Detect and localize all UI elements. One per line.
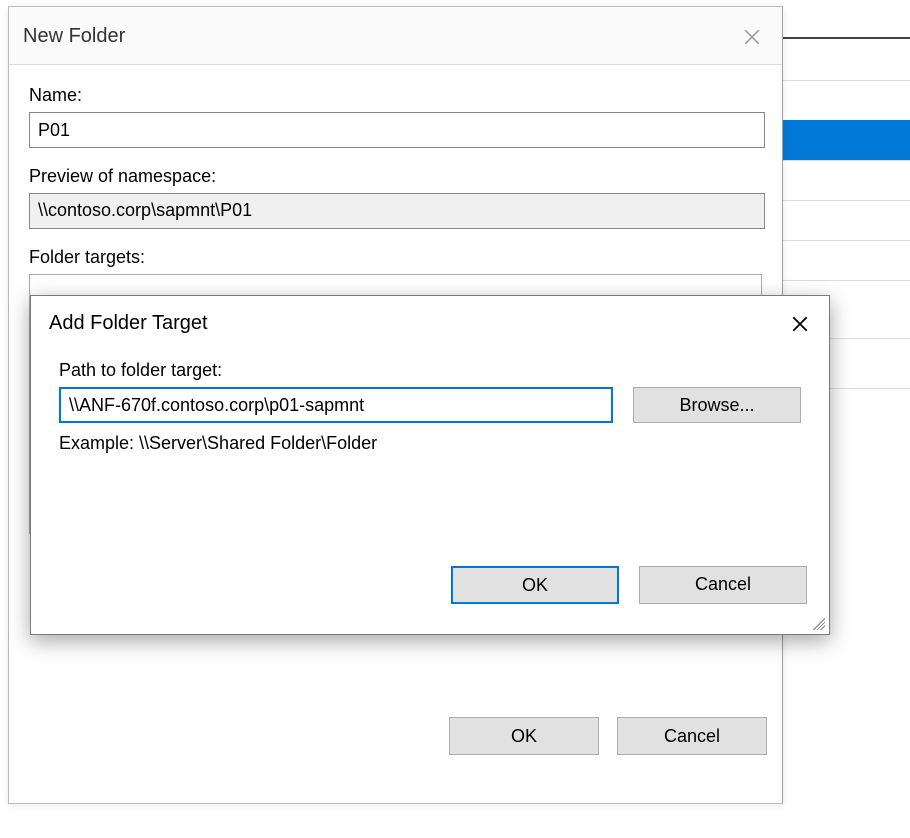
preview-readonly: \\contoso.corp\sapmnt\P01	[29, 193, 765, 229]
path-label: Path to folder target:	[59, 360, 801, 381]
browse-button[interactable]: Browse...	[633, 387, 801, 423]
new-folder-title: New Folder	[23, 25, 125, 48]
background-selection-row	[782, 120, 910, 160]
close-icon[interactable]	[732, 19, 772, 55]
add-folder-target-title: Add Folder Target	[49, 312, 208, 335]
preview-label: Preview of namespace:	[29, 166, 762, 187]
name-input[interactable]	[29, 112, 765, 148]
new-folder-titlebar[interactable]: New Folder	[9, 7, 782, 65]
example-text: Example: \\Server\Shared Folder\Folder	[59, 433, 801, 454]
path-input[interactable]	[59, 387, 613, 423]
resize-grip-icon[interactable]	[809, 614, 825, 630]
close-icon[interactable]	[777, 304, 823, 344]
cancel-button[interactable]: Cancel	[639, 566, 807, 604]
ok-button[interactable]: OK	[451, 566, 619, 604]
name-label: Name:	[29, 85, 762, 106]
add-folder-target-titlebar[interactable]: Add Folder Target	[31, 296, 829, 352]
cancel-button[interactable]: Cancel	[617, 717, 767, 755]
add-folder-target-dialog: Add Folder Target Path to folder target:…	[30, 295, 830, 635]
ok-button[interactable]: OK	[449, 717, 599, 755]
targets-label: Folder targets:	[29, 247, 762, 268]
